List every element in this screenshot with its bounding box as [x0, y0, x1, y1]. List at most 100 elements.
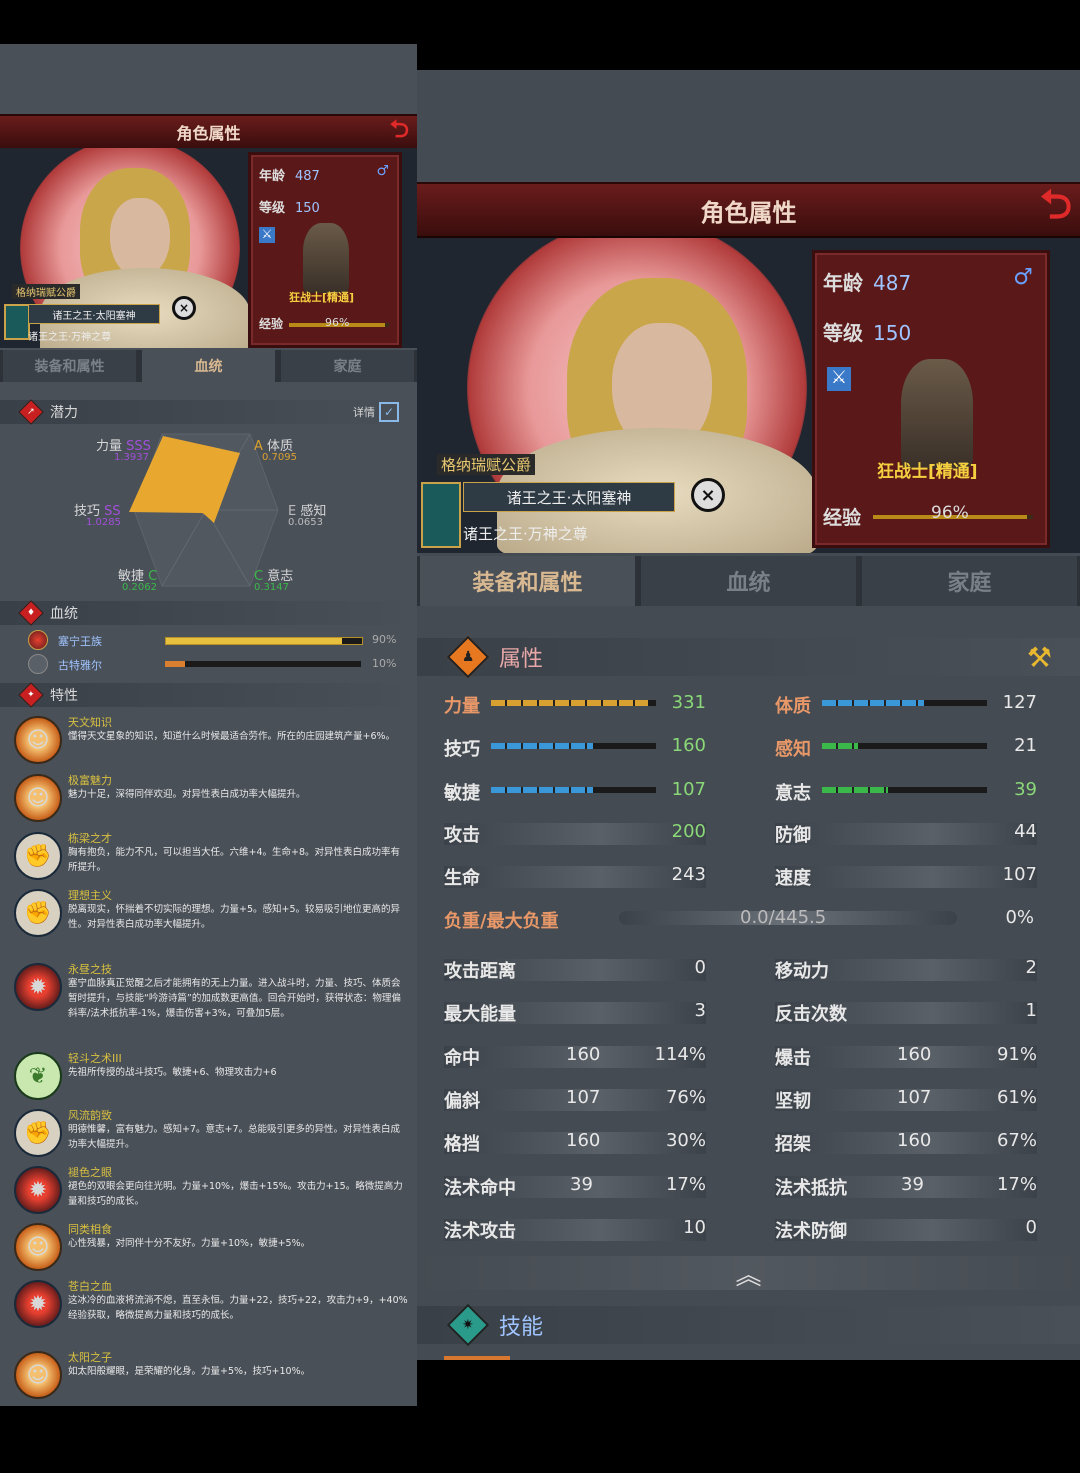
close-icon[interactable]: ×	[691, 478, 725, 512]
stat-label: 敏捷	[444, 783, 480, 804]
trait-item[interactable]: ✊ 栋梁之才 胸有抱负，能力不凡，可以担当大任。六维+4。生命+8。对异性表白成功率…	[14, 830, 409, 884]
red-burst-icon: ✹	[14, 963, 62, 1011]
trait-name: 理想主义	[68, 889, 112, 902]
exp-percent: 96%	[325, 316, 350, 329]
tab-equipment[interactable]: 装备和属性	[420, 556, 635, 606]
trait-item[interactable]: ☺ 极富魅力 魅力十足，深得同伴欢迎。对异性表白成功率大幅提升。	[14, 772, 409, 826]
stat-value: 331	[671, 692, 706, 713]
stat-value: 107	[897, 1087, 932, 1108]
stat-row-bg	[444, 823, 706, 845]
stat-bar-fill	[491, 700, 648, 706]
detail-checkbox[interactable]: ✓	[379, 402, 399, 422]
stat-bar-fill	[822, 787, 888, 793]
bloodline-sun-icon	[28, 630, 48, 650]
character-info-card: 年龄 487 ♂ 等级 150 ⚔ 狂战士[精通] 经验 96%	[248, 152, 402, 348]
collapse-chevron-icon[interactable]: ︽	[417, 1256, 1080, 1291]
back-arrow-icon[interactable]: ⮌	[390, 112, 409, 153]
back-arrow-icon[interactable]: ⮌	[1040, 176, 1072, 244]
stat-bar-track	[491, 700, 656, 706]
stat-bar-track	[491, 743, 656, 749]
stat-label: 负重/最大负重	[444, 911, 559, 932]
sun-face-icon: ☺	[14, 1223, 62, 1271]
stat-bar-track	[822, 787, 987, 793]
arm-icon: ✊	[14, 1109, 62, 1157]
load-value: 0.0/445.5	[740, 907, 827, 928]
stat-row-bg	[444, 866, 706, 888]
traits-section-header: ✦ 特性	[0, 682, 417, 708]
tab-equipment[interactable]: 装备和属性	[3, 350, 136, 382]
stat-label: 攻击	[444, 825, 480, 846]
class-name: 狂战士[精通]	[877, 462, 978, 482]
stat-bar-fill	[822, 700, 925, 706]
stat-bar-fill	[491, 743, 594, 749]
stat-label: 坚韧	[775, 1091, 811, 1112]
bloodline-bar-track	[165, 661, 361, 667]
stat-label: 攻击距离	[444, 961, 516, 982]
character-info-card: 年龄 487 ♂ 等级 150 ⚔ 狂战士[精通] 经验 96%	[812, 250, 1050, 548]
tab-bloodline[interactable]: 血统	[641, 556, 856, 606]
attributes-icon: ♟	[446, 635, 490, 679]
detail-label: 详情	[353, 406, 375, 419]
trait-item[interactable]: ✊ 风流韵致 明德惟馨，富有魅力。感知+7。意志+7。总能吸引更多的异性。对异性表白…	[14, 1107, 409, 1161]
trait-item[interactable]: ✊ 理想主义 脱离现实，怀揣着不切实际的理想。力量+5。感知+5。较易吸引地位更高的…	[14, 887, 409, 957]
tab-bloodline[interactable]: 血统	[142, 350, 275, 382]
stat-label: 反击次数	[775, 1004, 847, 1025]
stat-value: 160	[566, 1044, 601, 1065]
right-screen: 角色属性 ⮌ 格纳瑞赋公爵 诸王之王·太阳塞神 诸王之王·万神之尊 × 年龄 48…	[417, 70, 1080, 1360]
trait-item[interactable]: ✹ 永昼之技 塞宁血脉真正觉醒之后才能拥有的无上力量。进入战斗时，力量、技巧、体质会…	[14, 961, 409, 1047]
sun-face-icon: ☺	[14, 774, 62, 822]
trait-desc: 褪色的双眼会更向往光明。力量+10%，爆击+15%。攻击力+15。略微提高力量和…	[68, 1181, 403, 1207]
stat-value: 243	[671, 864, 706, 885]
page-title-bar: 角色属性 ⮌	[0, 114, 417, 150]
trait-item[interactable]: ☺ 同类相食 心性残暴，对同伴十分不友好。力量+10%，敏捷+5%。	[14, 1221, 409, 1275]
character-title-banner: 诸王之王·太阳塞神	[28, 304, 160, 324]
trait-name: 极富魅力	[68, 774, 112, 787]
trait-name: 天文知识	[68, 716, 112, 729]
stat-value: 160	[897, 1130, 932, 1151]
stat-label: 防御	[775, 825, 811, 846]
stat-value: 0	[694, 957, 706, 978]
page-title-bar: 角色属性 ⮌	[417, 182, 1080, 238]
stat-label: 法术抵抗	[775, 1178, 847, 1199]
exp-label: 经验	[259, 317, 284, 331]
stat-value: 39	[1014, 779, 1037, 800]
banner-emblem-icon	[421, 482, 461, 548]
stat-label: 法术防御	[775, 1221, 847, 1242]
stat-value: 0.0653	[288, 517, 323, 528]
close-icon[interactable]: ×	[172, 296, 196, 320]
attributes-section-header: ♟ 属性 ⚒	[417, 635, 1080, 679]
faction-title: 格纳瑞赋公爵	[12, 284, 80, 299]
red-burst-icon: ✹	[14, 1280, 62, 1328]
class-name: 狂战士[精通]	[289, 291, 355, 304]
trait-item[interactable]: ☺ 太阳之子 如太阳般耀眼，是荣耀的化身。力量+5%，技巧+10%。	[14, 1349, 409, 1403]
age-value: 487	[873, 271, 912, 295]
stat-value: 1	[1025, 1000, 1037, 1021]
tab-family[interactable]: 家庭	[281, 350, 414, 382]
stat-label: 技巧	[444, 739, 480, 760]
equipment-toggle-icon[interactable]: ⚒	[1027, 641, 1052, 674]
trait-item[interactable]: ✹ 褪色之眼 褪色的双眼会更向往光明。力量+10%，爆击+15%。攻击力+15。略微…	[14, 1164, 409, 1218]
trait-name: 苍白之血	[68, 1280, 112, 1293]
level-row: 等级 150	[823, 317, 911, 346]
load-percent: 0%	[1005, 907, 1034, 928]
exp-label: 经验	[823, 507, 862, 529]
trait-desc: 胸有抱负，能力不凡，可以担当大任。六维+4。生命+8。对异性表白成功率有所提升。	[68, 847, 401, 873]
tab-family[interactable]: 家庭	[862, 556, 1077, 606]
arm-icon: ✊	[14, 832, 62, 880]
traits-icon: ✦	[18, 682, 44, 708]
stat-bar-track	[822, 700, 987, 706]
bloodline-name: 古特雅尔	[58, 659, 102, 672]
stat-value: 0.2062	[122, 582, 157, 593]
stat-value: 160	[671, 735, 706, 756]
bloodline-percent: 90%	[372, 633, 397, 646]
trait-name: 太阳之子	[68, 1351, 112, 1364]
trait-item[interactable]: ☺ 天文知识 懂得天文星象的知识，知道什么时候最适合劳作。所在的庄园建筑产量+6%。	[14, 714, 409, 768]
trait-item[interactable]: ❦ 轻斗之术III 先祖所传授的战斗技巧。敏捷+6、物理攻击力+6	[14, 1050, 409, 1104]
potential-icon: ↗	[18, 399, 44, 425]
trait-desc: 心性残暴，对同伴十分不友好。力量+10%，敏捷+5%。	[68, 1238, 311, 1249]
character-subtitle: 诸王之王·万神之尊	[463, 525, 588, 543]
stat-percent: 67%	[996, 1130, 1037, 1151]
trait-item[interactable]: ✹ 苍白之血 这冰冷的血液将流淌不熄，直至永恒。力量+22，技巧+22，攻击力+9，…	[14, 1278, 409, 1348]
stat-value: 107	[1002, 864, 1037, 885]
age-label: 年龄	[259, 169, 286, 184]
